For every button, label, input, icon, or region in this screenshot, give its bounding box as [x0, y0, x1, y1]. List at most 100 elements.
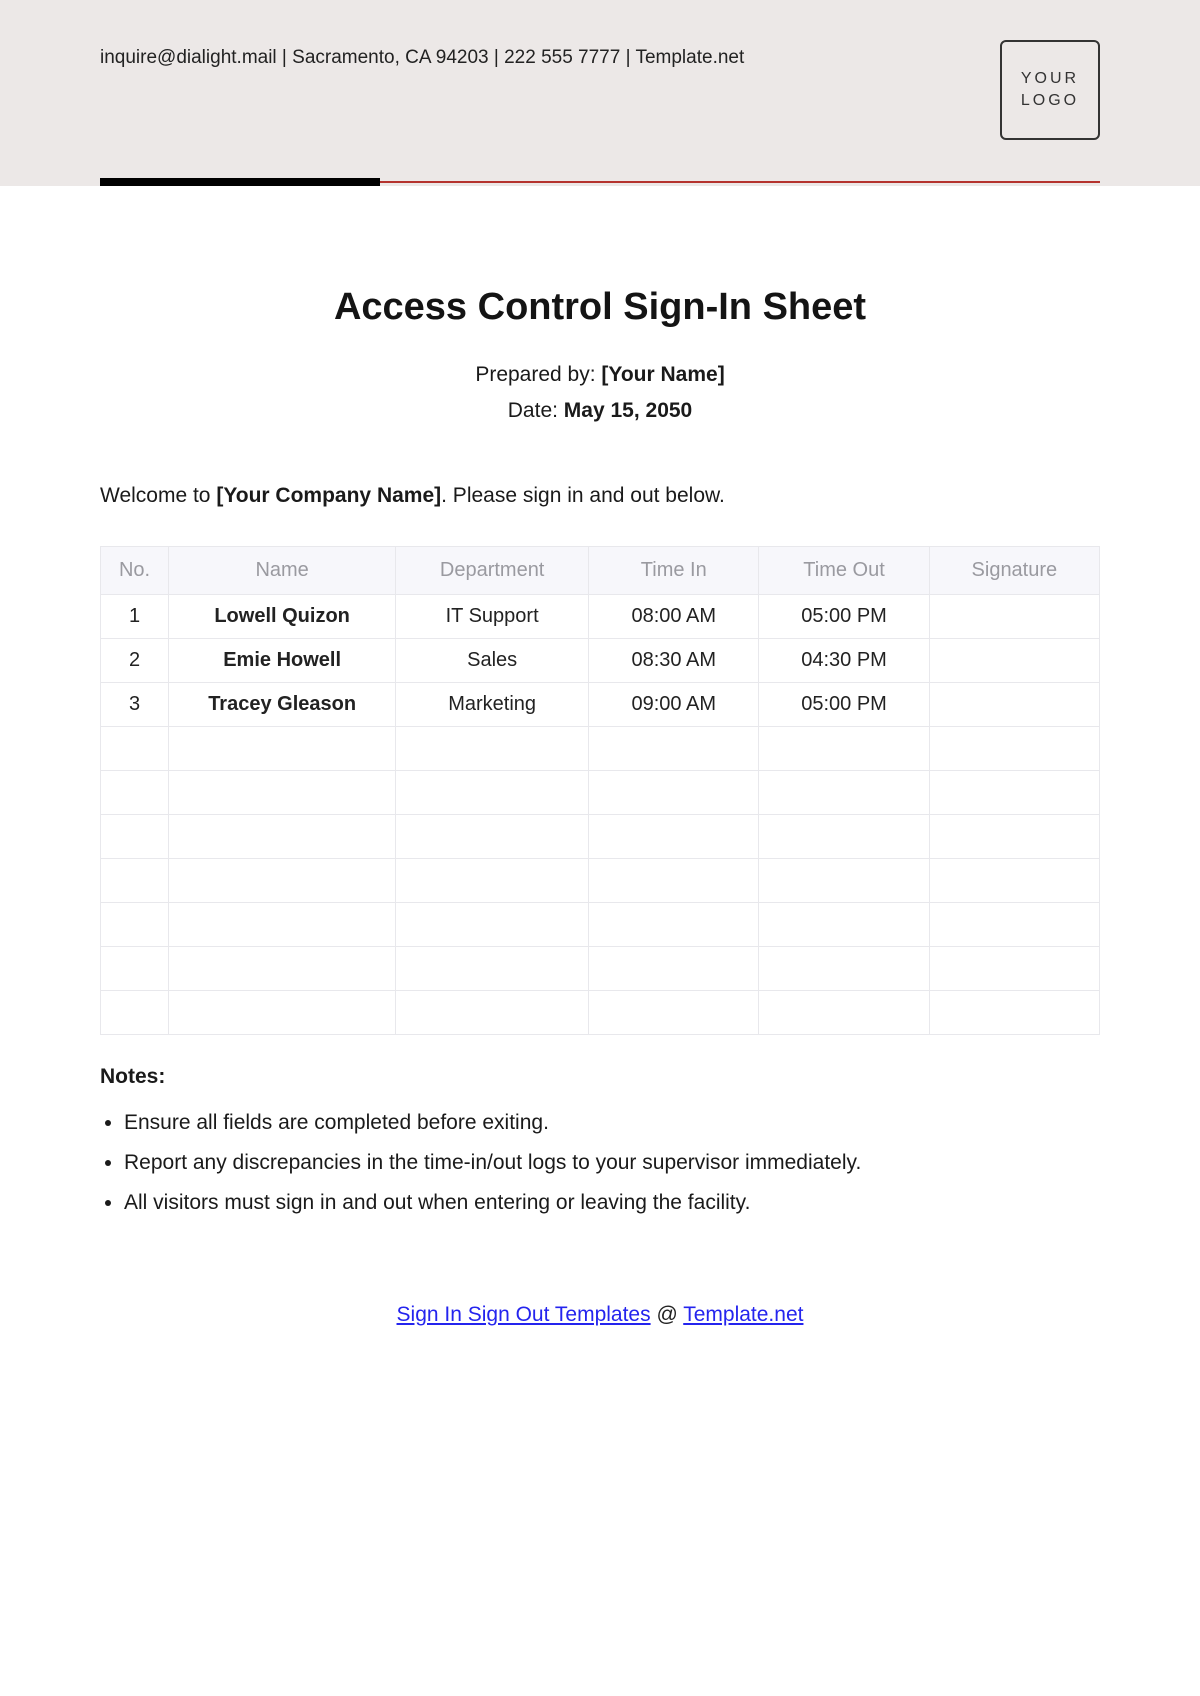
date-value: May 15, 2050: [564, 399, 692, 422]
cell-name: [169, 947, 396, 991]
cell-no: 1: [101, 595, 169, 639]
cell-name: [169, 859, 396, 903]
cell-dept: [396, 815, 589, 859]
note-item: Ensure all fields are completed before e…: [124, 1103, 1100, 1143]
cell-sig: [929, 727, 1099, 771]
cell-sig: [929, 859, 1099, 903]
note-item: All visitors must sign in and out when e…: [124, 1183, 1100, 1223]
header-band: inquire@dialight.mail | Sacramento, CA 9…: [0, 0, 1200, 186]
cell-tin: [589, 727, 759, 771]
notes-list: Ensure all fields are completed before e…: [100, 1103, 1100, 1223]
contact-line: inquire@dialight.mail | Sacramento, CA 9…: [100, 40, 744, 76]
cell-tout: [759, 947, 929, 991]
table-row: [101, 947, 1100, 991]
cell-tin: 09:00 AM: [589, 683, 759, 727]
table-row: [101, 903, 1100, 947]
cell-sig: [929, 815, 1099, 859]
cell-dept: [396, 947, 589, 991]
cell-no: [101, 903, 169, 947]
cell-name: Emie Howell: [169, 639, 396, 683]
cell-tout: [759, 903, 929, 947]
cell-no: [101, 815, 169, 859]
cell-sig: [929, 683, 1099, 727]
cell-sig: [929, 595, 1099, 639]
cell-dept: [396, 771, 589, 815]
cell-dept: [396, 859, 589, 903]
cell-name: Lowell Quizon: [169, 595, 396, 639]
cell-no: 2: [101, 639, 169, 683]
welcome-pre: Welcome to: [100, 484, 216, 507]
cell-dept: IT Support: [396, 595, 589, 639]
cell-tin: [589, 859, 759, 903]
cell-tin: [589, 903, 759, 947]
table-row: 1Lowell QuizonIT Support08:00 AM05:00 PM: [101, 595, 1100, 639]
th-time-out: Time Out: [759, 547, 929, 595]
cell-no: [101, 947, 169, 991]
th-time-in: Time In: [589, 547, 759, 595]
footer-link: Sign In Sign Out Templates @ Template.ne…: [100, 1303, 1100, 1327]
notes-title: Notes:: [100, 1065, 1100, 1089]
note-item: Report any discrepancies in the time-in/…: [124, 1143, 1100, 1183]
table-row: [101, 991, 1100, 1035]
signin-table: No. Name Department Time In Time Out Sig…: [100, 546, 1100, 1035]
date-line: Date: May 15, 2050: [100, 393, 1100, 429]
welcome-text: Welcome to [Your Company Name]. Please s…: [100, 484, 1100, 508]
cell-sig: [929, 639, 1099, 683]
date-label: Date:: [508, 399, 564, 422]
cell-tin: [589, 991, 759, 1035]
prepared-by-line: Prepared by: [Your Name]: [100, 357, 1100, 393]
cell-tout: 05:00 PM: [759, 595, 929, 639]
prepared-by-label: Prepared by:: [475, 363, 601, 386]
divider-black: [100, 178, 380, 186]
cell-no: [101, 991, 169, 1035]
th-no: No.: [101, 547, 169, 595]
cell-name: [169, 991, 396, 1035]
cell-tin: [589, 947, 759, 991]
cell-tout: [759, 771, 929, 815]
header-top: inquire@dialight.mail | Sacramento, CA 9…: [100, 40, 1100, 140]
table-row: [101, 727, 1100, 771]
page-title: Access Control Sign-In Sheet: [100, 286, 1100, 329]
cell-no: [101, 727, 169, 771]
cell-dept: [396, 727, 589, 771]
cell-name: Tracey Gleason: [169, 683, 396, 727]
cell-no: 3: [101, 683, 169, 727]
table-header-row: No. Name Department Time In Time Out Sig…: [101, 547, 1100, 595]
divider-red: [380, 181, 1100, 183]
cell-tout: [759, 991, 929, 1035]
cell-name: [169, 903, 396, 947]
welcome-company: [Your Company Name]: [216, 484, 441, 507]
th-dept: Department: [396, 547, 589, 595]
logo-line-2: LOGO: [1021, 92, 1079, 109]
cell-no: [101, 771, 169, 815]
cell-sig: [929, 903, 1099, 947]
cell-sig: [929, 771, 1099, 815]
cell-tout: 04:30 PM: [759, 639, 929, 683]
cell-dept: [396, 991, 589, 1035]
cell-dept: Sales: [396, 639, 589, 683]
cell-tin: [589, 815, 759, 859]
footer-at: @: [651, 1303, 684, 1326]
footer-link-templates[interactable]: Sign In Sign Out Templates: [397, 1303, 651, 1326]
cell-dept: Marketing: [396, 683, 589, 727]
cell-tout: [759, 727, 929, 771]
cell-name: [169, 727, 396, 771]
logo-placeholder: YOUR LOGO: [1000, 40, 1100, 140]
logo-line-1: YOUR: [1021, 70, 1079, 87]
cell-dept: [396, 903, 589, 947]
cell-tin: 08:00 AM: [589, 595, 759, 639]
content: Access Control Sign-In Sheet Prepared by…: [0, 186, 1200, 1367]
footer-link-site[interactable]: Template.net: [683, 1303, 803, 1326]
cell-tout: 05:00 PM: [759, 683, 929, 727]
cell-tout: [759, 815, 929, 859]
cell-sig: [929, 991, 1099, 1035]
table-row: 2Emie HowellSales08:30 AM04:30 PM: [101, 639, 1100, 683]
logo-text: YOUR LOGO: [1021, 68, 1079, 113]
cell-sig: [929, 947, 1099, 991]
cell-no: [101, 859, 169, 903]
welcome-post: . Please sign in and out below.: [441, 484, 725, 507]
th-signature: Signature: [929, 547, 1099, 595]
cell-tin: [589, 771, 759, 815]
prepared-by-value: [Your Name]: [601, 363, 724, 386]
table-row: [101, 859, 1100, 903]
